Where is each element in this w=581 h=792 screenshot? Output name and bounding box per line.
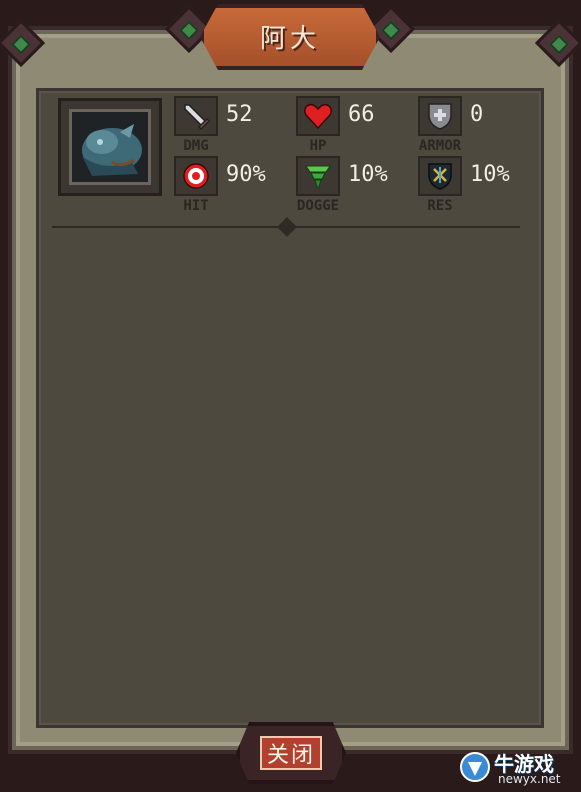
res-value: 10% bbox=[470, 162, 510, 187]
dmg-value: 52 bbox=[226, 102, 253, 127]
site-watermark: 牛游戏 newyx.net bbox=[458, 748, 578, 788]
dodge-label: DOGGE bbox=[296, 198, 340, 214]
hit-value: 90% bbox=[226, 162, 266, 187]
dodge-value: 10% bbox=[348, 162, 388, 187]
hp-value: 66 bbox=[348, 102, 375, 127]
hp-label: HP bbox=[309, 138, 327, 154]
res-label: RES bbox=[427, 198, 453, 214]
watermark-logo-icon bbox=[460, 752, 490, 782]
dmg-label: DMG bbox=[183, 138, 209, 154]
character-portrait bbox=[58, 98, 162, 196]
close-button[interactable]: 关闭 bbox=[236, 722, 346, 784]
title-plate: 阿大 bbox=[200, 0, 380, 76]
hit-label: HIT bbox=[183, 198, 209, 214]
close-button-label: 关闭 bbox=[260, 736, 322, 770]
tornado-icon bbox=[296, 156, 340, 196]
shield-icon bbox=[418, 96, 462, 136]
sword-icon bbox=[174, 96, 218, 136]
watermark-url: newyx.net bbox=[498, 772, 561, 786]
armor-label: ARMOR bbox=[418, 138, 462, 154]
creature-portrait-icon bbox=[72, 112, 148, 182]
heart-icon bbox=[296, 96, 340, 136]
resist-shield-icon bbox=[418, 156, 462, 196]
target-icon bbox=[174, 156, 218, 196]
character-name: 阿大 bbox=[259, 24, 320, 54]
armor-value: 0 bbox=[470, 102, 484, 127]
